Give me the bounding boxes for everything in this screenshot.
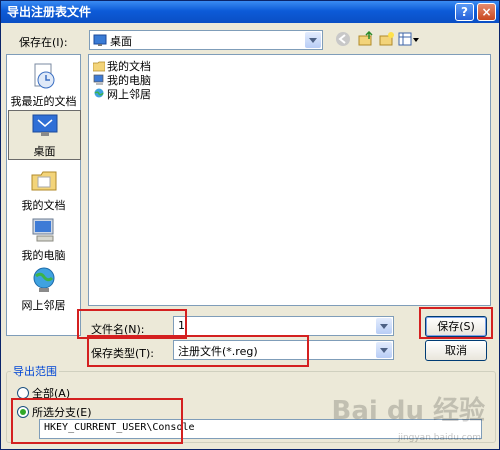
place-label: 我最近的文档 — [10, 95, 77, 108]
watermark-url: jingyan.baidu.com — [397, 433, 481, 443]
view-menu-icon[interactable] — [398, 31, 420, 49]
recent-documents-icon — [34, 63, 54, 89]
filename-combo[interactable]: 1 — [173, 316, 394, 336]
place-my-computer[interactable]: 我的电脑 — [8, 215, 79, 263]
close-button[interactable]: × — [477, 3, 496, 21]
desktop-small-icon — [93, 34, 107, 46]
file-list[interactable]: 我的文档 我的电脑 网上邻居 — [88, 54, 491, 306]
desktop-icon — [32, 114, 57, 136]
folder-icon — [93, 61, 105, 72]
place-label: 我的文档 — [21, 199, 66, 212]
up-folder-icon[interactable] — [357, 30, 375, 49]
my-computer-icon — [32, 218, 53, 242]
annotation-box — [87, 335, 309, 367]
places-bar: 我最近的文档 桌面 我的文档 我的电脑 网上邻居 — [6, 54, 81, 336]
network-icon — [94, 88, 104, 98]
export-registry-dialog: 导出注册表文件 ? × 保存在(I): 桌面 我最近的文档 桌面 我的文档 我的… — [0, 0, 500, 450]
place-label: 桌面 — [33, 145, 56, 158]
computer-icon — [93, 74, 104, 85]
chevron-down-icon[interactable] — [376, 342, 392, 358]
place-desktop[interactable]: 桌面 — [8, 110, 81, 160]
annotation-box — [11, 398, 183, 444]
place-label: 我的电脑 — [21, 249, 66, 262]
my-documents-icon — [31, 171, 56, 191]
back-icon[interactable] — [334, 31, 352, 49]
title-bar: 导出注册表文件 ? × — [1, 1, 499, 23]
chevron-down-icon[interactable] — [376, 318, 392, 334]
chevron-down-icon[interactable] — [305, 32, 321, 48]
annotation-box — [419, 307, 493, 339]
place-recent-documents[interactable]: 我最近的文档 — [8, 61, 79, 109]
new-folder-icon[interactable] — [378, 31, 396, 49]
save-in-label: 保存在(I): — [19, 36, 68, 49]
cancel-button[interactable]: 取消 — [425, 340, 487, 361]
save-in-dropdown[interactable]: 桌面 — [89, 30, 323, 50]
network-places-icon — [33, 267, 54, 292]
baidu-watermark: Bai du 经验 — [331, 396, 486, 426]
place-my-documents[interactable]: 我的文档 — [8, 165, 79, 213]
help-button[interactable]: ? — [455, 3, 474, 21]
list-item[interactable]: 网上邻居 — [93, 86, 151, 102]
export-range-title: 导出范围 — [11, 363, 59, 379]
save-in-value: 桌面 — [110, 35, 132, 48]
place-label: 网上邻居 — [21, 299, 66, 312]
window-title: 导出注册表文件 — [7, 5, 92, 19]
place-network[interactable]: 网上邻居 — [8, 265, 79, 313]
